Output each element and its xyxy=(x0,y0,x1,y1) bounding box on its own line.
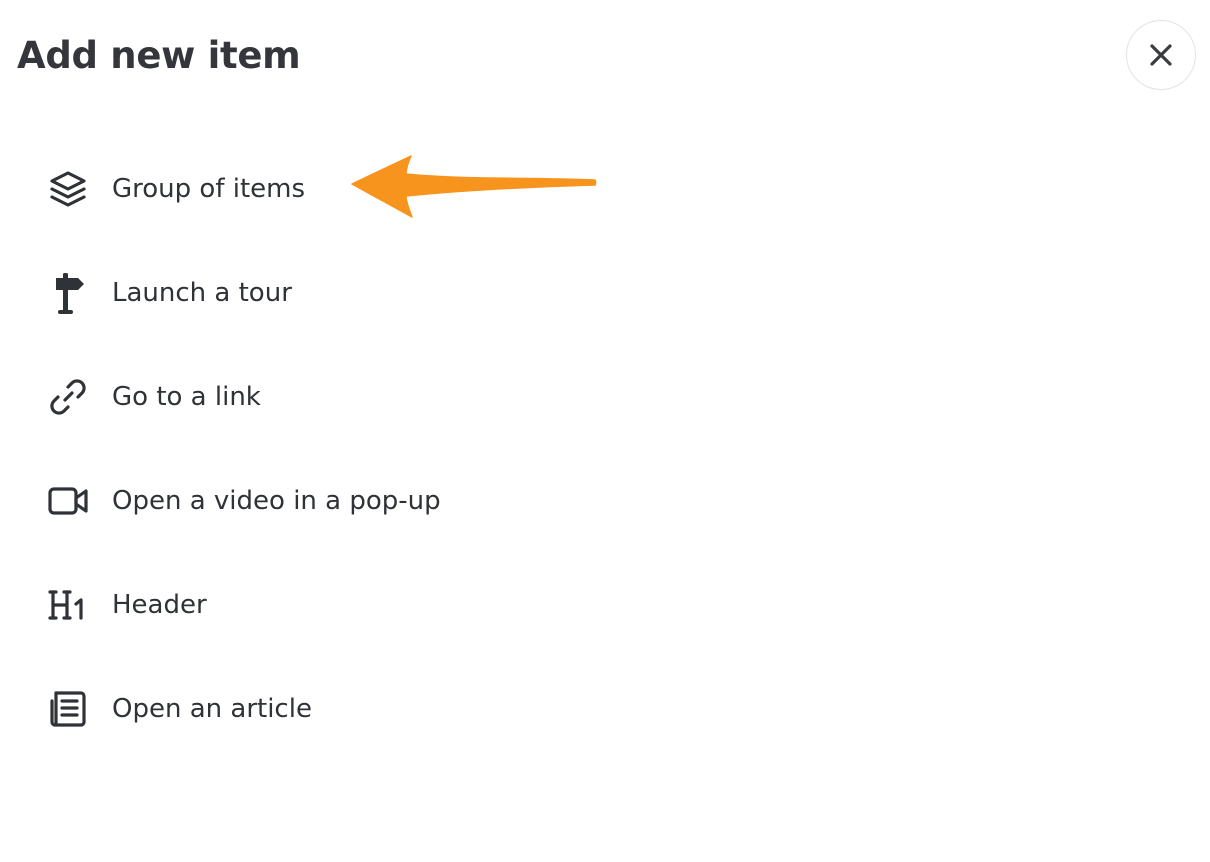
menu-item-label: Header xyxy=(112,590,207,620)
menu-item-label: Open a video in a pop-up xyxy=(112,486,441,516)
menu-item-group-of-items[interactable]: Group of items xyxy=(0,137,1210,241)
link-icon xyxy=(46,375,90,419)
menu-item-go-to-a-link[interactable]: Go to a link xyxy=(0,345,1210,449)
close-icon xyxy=(1148,42,1174,68)
menu-item-label: Group of items xyxy=(112,174,306,204)
menu-item-label: Go to a link xyxy=(112,382,261,412)
annotation-arrow xyxy=(351,155,597,218)
heading-h1-icon xyxy=(46,583,90,627)
dialog-title: Add new item xyxy=(17,34,301,77)
menu-item-open-a-video[interactable]: Open a video in a pop-up xyxy=(0,449,1210,553)
menu-item-label: Launch a tour xyxy=(112,278,292,308)
item-type-list: Group of items Launch a tour Go to a lin… xyxy=(0,137,1210,761)
layers-icon xyxy=(46,167,90,211)
video-camera-icon xyxy=(46,479,90,523)
menu-item-launch-a-tour[interactable]: Launch a tour xyxy=(0,241,1210,345)
add-new-item-dialog: Add new item Group of items Launch a tou… xyxy=(0,0,1210,862)
article-icon xyxy=(46,687,90,731)
menu-item-label: Open an article xyxy=(112,694,312,724)
menu-item-open-an-article[interactable]: Open an article xyxy=(0,657,1210,761)
close-button[interactable] xyxy=(1126,20,1196,90)
menu-item-header[interactable]: Header xyxy=(0,553,1210,657)
signpost-icon xyxy=(46,271,90,315)
